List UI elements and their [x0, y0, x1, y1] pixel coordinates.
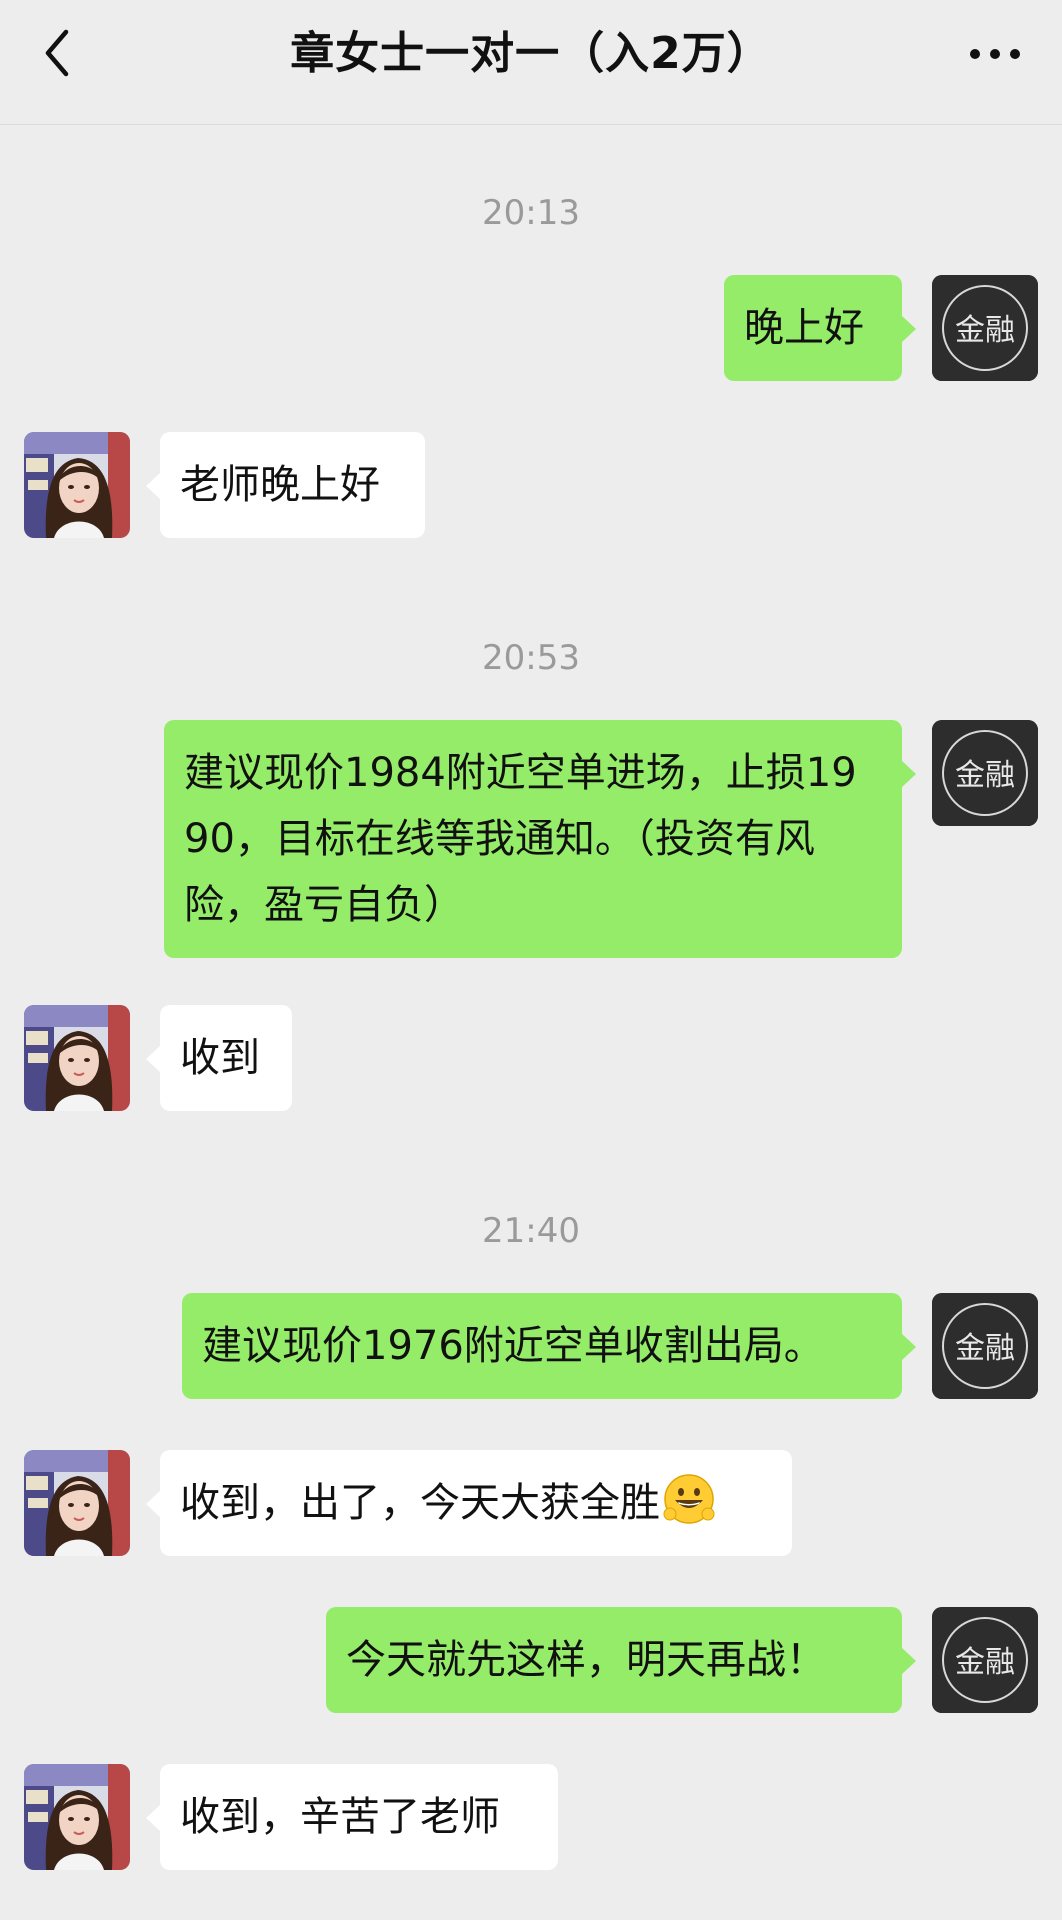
- timestamp: 21:40: [482, 1211, 580, 1251]
- finance-logo-icon: 金融: [932, 275, 1038, 381]
- message-bubble[interactable]: 收到: [146, 1005, 292, 1111]
- svg-text:金融: 金融: [955, 1645, 1015, 1680]
- chat-header: 章女士一对一（入2万）: [0, 0, 1062, 125]
- finance-logo-icon: 金融: [932, 1607, 1038, 1713]
- message-bubble[interactable]: 晚上好: [724, 275, 916, 381]
- contact-avatar[interactable]: [24, 432, 130, 538]
- message-bubble[interactable]: 建议现价1984附近空单进场，止损1990，目标在线等我通知。（投资有风险，盈亏…: [164, 720, 916, 958]
- contact-avatar[interactable]: [24, 1005, 130, 1111]
- brand-avatar[interactable]: 金融: [932, 720, 1038, 826]
- timestamp: 20:13: [482, 193, 580, 233]
- contact-avatar[interactable]: [24, 1764, 130, 1870]
- message-bubble[interactable]: 今天就先这样，明天再战！: [326, 1607, 916, 1713]
- more-dots-icon: [970, 49, 1020, 59]
- chevron-left-icon: [45, 29, 69, 77]
- message-bubble[interactable]: 老师晚上好: [146, 432, 425, 538]
- contact-photo: [24, 432, 130, 538]
- more-options-button[interactable]: [960, 24, 1030, 84]
- svg-text:金融: 金融: [955, 1331, 1015, 1366]
- timestamp: 20:53: [482, 638, 580, 678]
- contact-avatar[interactable]: [24, 1450, 130, 1556]
- message-bubble[interactable]: 建议现价1976附近空单收割出局。: [182, 1293, 916, 1399]
- message-bubble[interactable]: 收到，辛苦了老师: [146, 1764, 558, 1870]
- message-bubble[interactable]: 收到，出了，今天大获全胜: [146, 1450, 792, 1556]
- back-button[interactable]: [28, 18, 98, 88]
- contact-photo: [24, 1450, 130, 1556]
- brand-avatar[interactable]: 金融: [932, 275, 1038, 381]
- grinning-face-emoji-icon: [663, 1474, 715, 1524]
- svg-text:金融: 金融: [955, 313, 1015, 348]
- contact-photo: [24, 1764, 130, 1870]
- finance-logo-icon: 金融: [932, 720, 1038, 826]
- svg-text:金融: 金融: [955, 758, 1015, 793]
- finance-logo-icon: 金融: [932, 1293, 1038, 1399]
- brand-avatar[interactable]: 金融: [932, 1607, 1038, 1713]
- brand-avatar[interactable]: 金融: [932, 1293, 1038, 1399]
- contact-photo: [24, 1005, 130, 1111]
- message-text: 收到，出了，今天大获全胜: [180, 1480, 660, 1526]
- chat-title: 章女士一对一（入2万）: [290, 28, 772, 79]
